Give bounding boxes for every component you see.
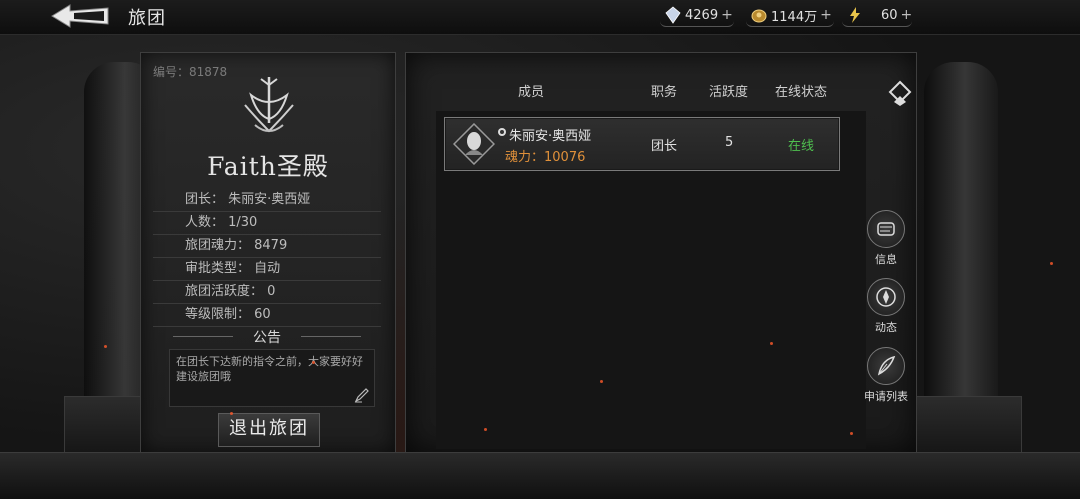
top-bar: 旅团 4269 + 1144万 + 60 +: [0, 0, 1080, 35]
header-activity: 活跃度: [709, 85, 749, 100]
gold-coin-icon: [751, 9, 767, 23]
application-list-label: 申请列表: [864, 390, 908, 403]
ember: [484, 428, 487, 431]
info-row-power: 旅团魂力： 8479: [153, 235, 381, 258]
sort-filter-icon[interactable]: [888, 80, 912, 106]
header-role: 职务: [651, 85, 678, 100]
member-status: 在线: [788, 139, 815, 154]
info-row-level-limit: 等级限制： 60: [153, 304, 381, 327]
gold-counter: 1144万 +: [750, 5, 832, 25]
application-list-button[interactable]: 申请列表: [856, 347, 916, 404]
ember: [770, 342, 773, 345]
guild-emblem-icon: [244, 77, 294, 133]
back-arrow-icon: [51, 4, 109, 28]
notice-title: 公告: [153, 327, 381, 347]
quit-guild-button[interactable]: 退出旅团: [218, 413, 320, 447]
gold-value: 1144万: [771, 9, 818, 25]
crystal-icon: [665, 6, 681, 24]
member-avatar: [453, 123, 495, 165]
leader-crown-icon: [498, 128, 506, 136]
activity-feed-label: 动态: [875, 321, 897, 334]
crystal-value: 4269: [685, 7, 719, 23]
info-row-approval: 审批类型： 自动: [153, 258, 381, 281]
notice-text: 在团长下达新的指令之前，大家要好好建设旅团哦: [176, 355, 363, 383]
compass-icon: [867, 278, 905, 316]
header-status: 在线状态: [775, 85, 828, 100]
add-crystal-button[interactable]: +: [721, 7, 733, 23]
member-panel: 成员 职务 活跃度 在线状态 朱丽安·奥西娅 魂力：10076 团长 5 在线: [405, 52, 917, 454]
guild-info-list: 团长： 朱丽安·奥西娅 人数： 1/30 旅团魂力： 8479 审批类型： 自动…: [153, 189, 381, 327]
scroll-icon: [867, 210, 905, 248]
info-button-label: 信息: [875, 253, 897, 266]
member-list: 朱丽安·奥西娅 魂力：10076 团长 5 在线: [436, 111, 866, 449]
header-member: 成员: [518, 85, 545, 100]
stamina-icon: [850, 7, 860, 23]
member-role: 团长: [651, 139, 678, 154]
info-button[interactable]: 信息: [856, 210, 916, 267]
ember: [1050, 262, 1053, 265]
right-statue: [924, 62, 998, 402]
info-row-leader: 团长： 朱丽安·奥西娅: [153, 189, 381, 212]
ember: [230, 412, 233, 415]
feather-icon: [867, 347, 905, 385]
ember: [104, 345, 107, 348]
activity-feed-button[interactable]: 动态: [856, 278, 916, 335]
guild-id: 编号：81878: [153, 65, 228, 79]
member-row[interactable]: 朱丽安·奥西娅 魂力：10076 团长 5 在线: [444, 117, 840, 171]
info-row-members: 人数： 1/30: [153, 212, 381, 235]
add-gold-button[interactable]: +: [820, 7, 832, 23]
floor: [0, 452, 1080, 499]
guild-info-panel: 编号：81878 Faith圣殿 团长： 朱丽安·奥西娅 人数： 1/30 旅团…: [140, 52, 396, 454]
ember: [850, 432, 853, 435]
notice-box: 在团长下达新的指令之前，大家要好好建设旅团哦: [169, 349, 375, 407]
member-activity: 5: [725, 135, 734, 150]
add-stamina-button[interactable]: +: [901, 7, 913, 23]
guild-name: Faith圣殿: [207, 152, 329, 181]
ember: [600, 380, 603, 383]
member-name: 朱丽安·奥西娅: [509, 129, 592, 144]
crystal-counter: 4269 +: [664, 5, 733, 25]
stamina-counter: 60 +: [846, 5, 912, 25]
page-title: 旅团: [128, 8, 166, 29]
right-statue-base: [916, 396, 1022, 454]
info-row-activity: 旅团活跃度： 0: [153, 281, 381, 304]
edit-notice-icon[interactable]: [354, 387, 370, 403]
ember: [312, 361, 315, 364]
member-power: 魂力：10076: [505, 150, 586, 165]
back-button[interactable]: [48, 2, 112, 30]
stamina-value: 60: [881, 7, 898, 23]
